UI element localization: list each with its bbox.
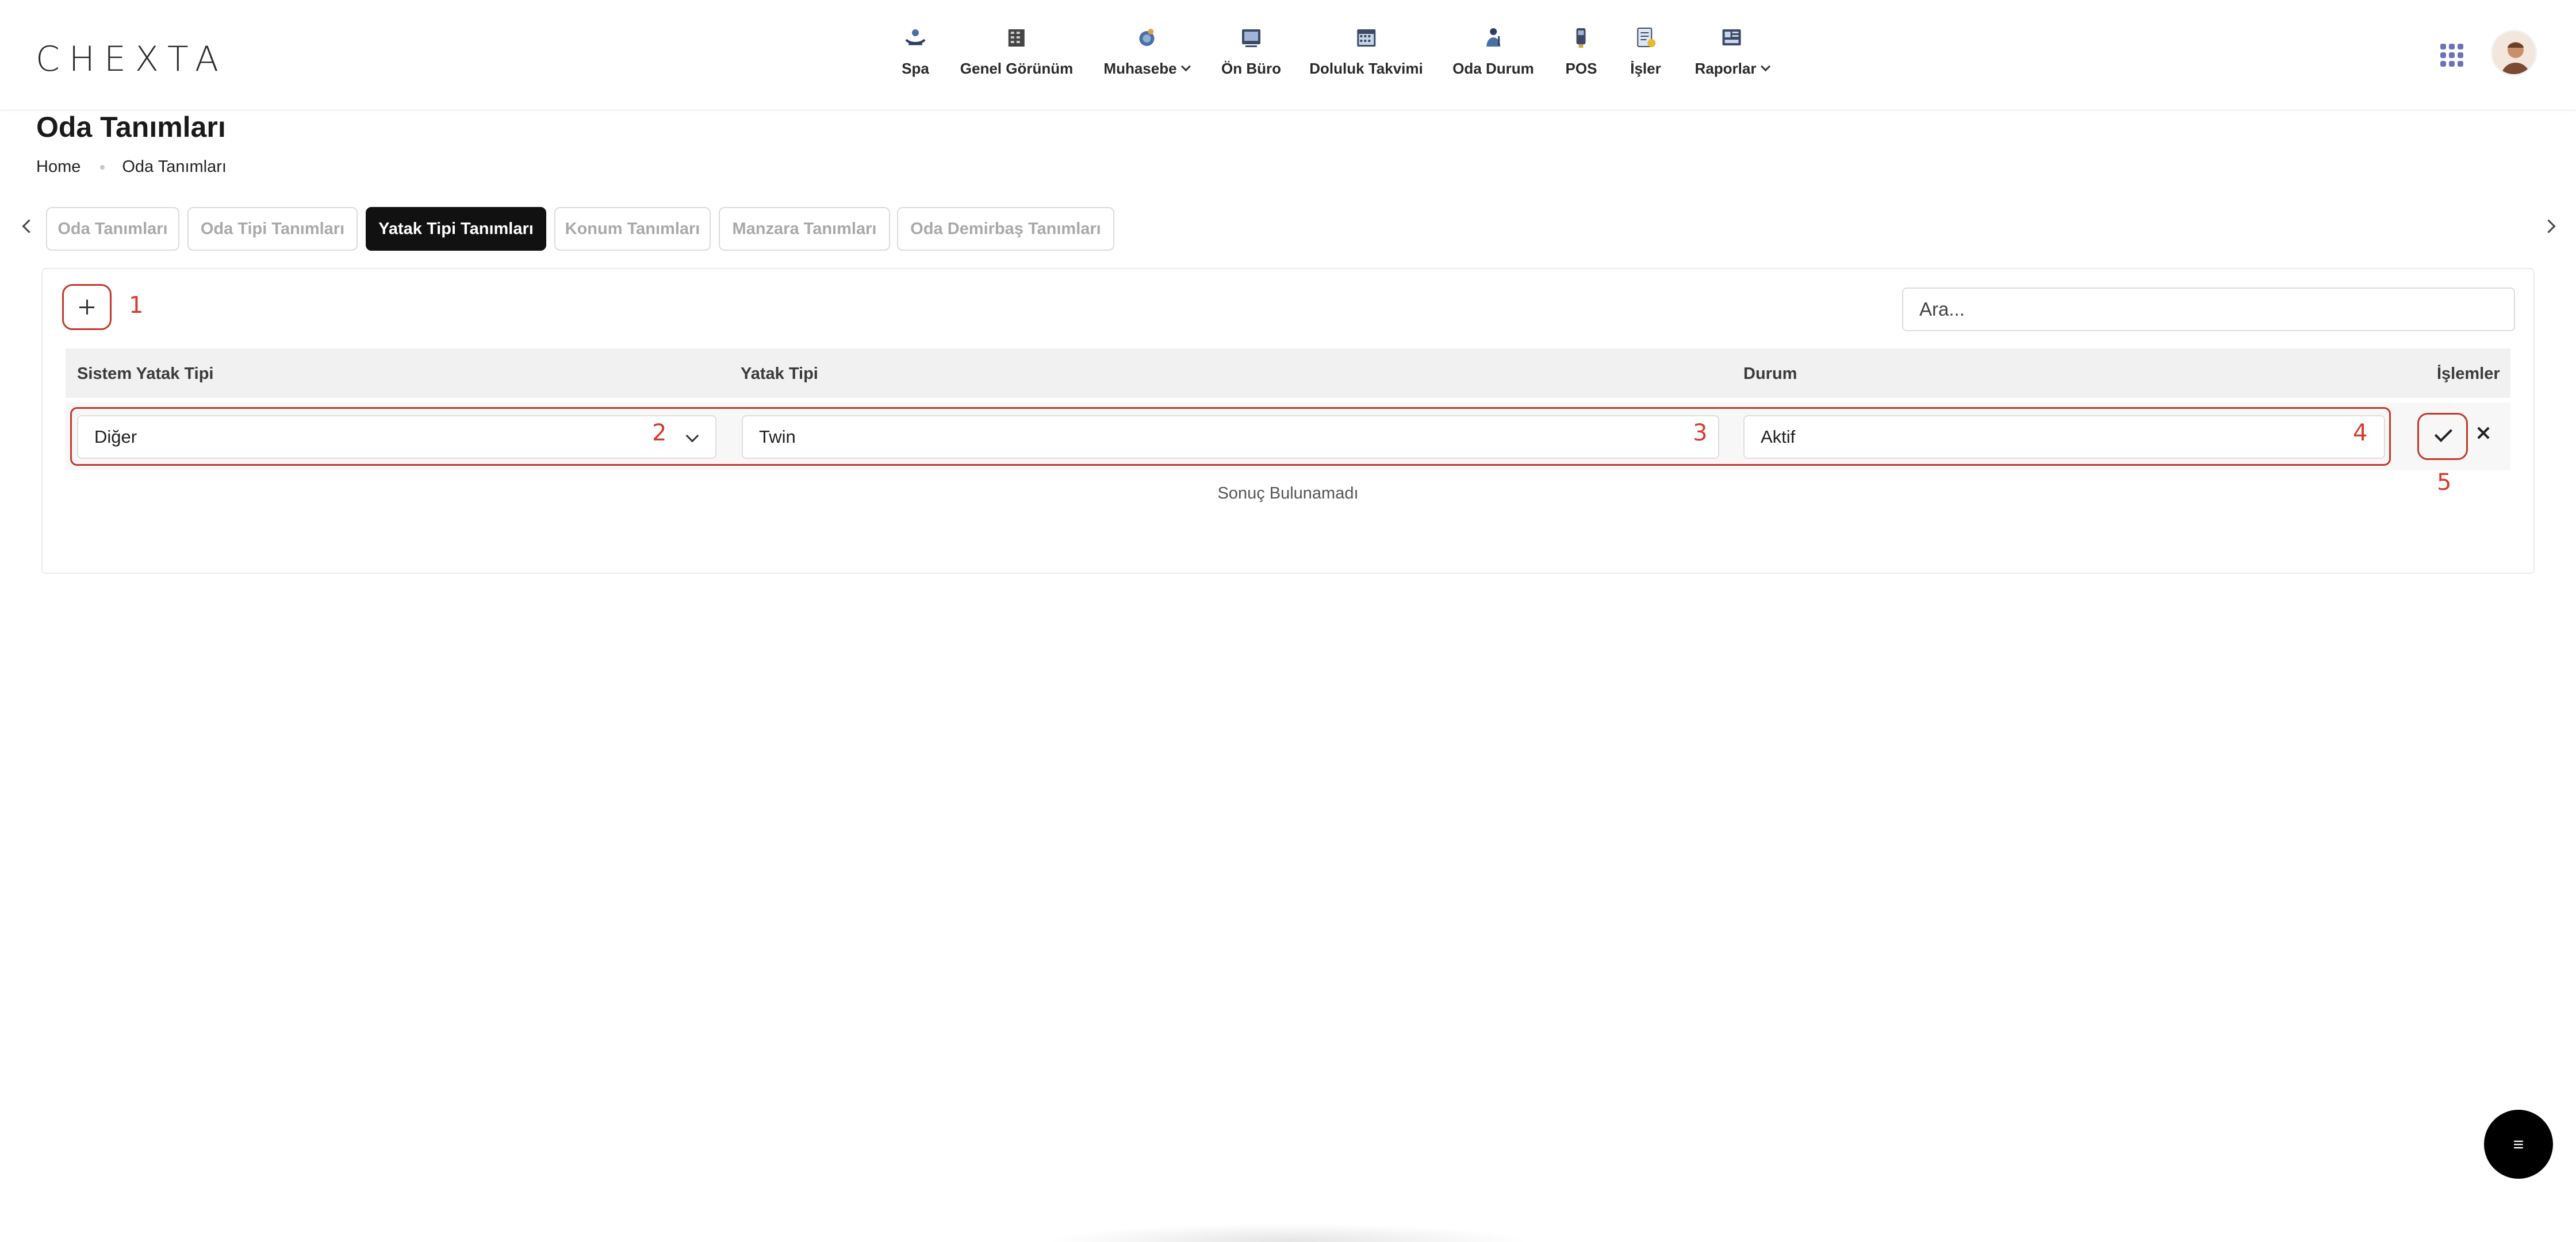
nav-label: Ön Büro [1221, 60, 1281, 77]
nav-label: POS [1565, 60, 1597, 77]
status-input[interactable]: Aktif [1743, 415, 2385, 459]
nav-label: İşler [1630, 60, 1661, 77]
main-nav: Spa Genel Görünüm Muhasebe Ön Büro Dolul… [0, 23, 2576, 86]
tab-oda-tipi-tanimlari[interactable]: Oda Tipi Tanımları [187, 207, 358, 251]
annotation-marker: 2 [652, 420, 667, 446]
annotation-marker: 1 [129, 292, 144, 319]
tab-yatak-tipi-tanimlari[interactable]: Yatak Tipi Tanımları [366, 207, 546, 251]
tabs-scroll-right-icon[interactable] [2544, 220, 2558, 233]
accounting-icon [1132, 23, 1161, 52]
nav-label: Spa [902, 60, 929, 77]
select-value: Diğer [94, 427, 137, 447]
plus-icon [79, 300, 94, 315]
avatar[interactable] [2491, 30, 2537, 76]
nav-item-on-buro[interactable]: Ön Büro [1221, 23, 1281, 78]
nav-label-text: Raporlar [1695, 60, 1757, 77]
tab-konum-tanimlari[interactable]: Konum Tanımları [554, 207, 711, 251]
apps-grid-icon[interactable] [2440, 44, 2463, 67]
tab-oda-demirbas-tanimlari[interactable]: Oda Demirbaş Tanımları [897, 207, 1114, 251]
nav-item-raporlar[interactable]: Raporlar [1695, 23, 1770, 78]
add-button[interactable] [62, 284, 112, 330]
nav-item-doluluk-takvimi[interactable]: Doluluk Takvimi [1309, 23, 1423, 78]
nav-item-isler[interactable]: İşler [1630, 23, 1661, 78]
nav-label: Doluluk Takvimi [1309, 60, 1423, 77]
breadcrumb-separator [100, 164, 105, 170]
chevron-down-icon [1760, 61, 1770, 71]
pos-icon [1567, 23, 1596, 52]
column-header-actions: İşlemler [2437, 365, 2500, 383]
nav-item-genel-gorunum[interactable]: Genel Görünüm [960, 23, 1073, 78]
input-value: Aktif [1761, 427, 1796, 447]
nav-label: Genel Görünüm [960, 60, 1074, 77]
input-value: Twin [759, 427, 796, 447]
spa-icon [901, 23, 930, 52]
front-desk-icon [1237, 23, 1266, 52]
search-input[interactable] [1902, 288, 2515, 331]
tab-oda-tanimlari[interactable]: Oda Tanımları [46, 207, 179, 251]
column-header-bed-type[interactable]: Yatak Tipi [741, 365, 818, 384]
building-icon [1002, 23, 1031, 52]
bottom-shadow [1046, 1224, 1529, 1242]
system-bed-type-select[interactable]: Diğer [77, 415, 716, 459]
floating-menu-button[interactable]: ≡ [2484, 1110, 2553, 1179]
nav-label: Muhasebe [1103, 60, 1191, 78]
annotation-marker: 4 [2353, 420, 2368, 446]
nav-item-spa[interactable]: Spa [901, 23, 930, 78]
nav-label: Oda Durum [1452, 60, 1534, 77]
tasks-icon [1631, 23, 1660, 52]
cancel-row-icon[interactable] [2476, 425, 2491, 440]
tab-manzara-tanimlari[interactable]: Manzara Tanımları [719, 207, 890, 251]
empty-state-text: Sonuç Bulunamadı [1217, 484, 1359, 503]
nav-item-oda-durum[interactable]: Oda Durum [1452, 23, 1534, 78]
nav-item-pos[interactable]: POS [1566, 23, 1597, 78]
breadcrumb-home[interactable]: Home [36, 158, 80, 177]
nav-label-text: Muhasebe [1103, 60, 1177, 77]
page-title: Oda Tanımları [36, 111, 226, 143]
chevron-down-icon [1181, 61, 1191, 71]
column-header-status[interactable]: Durum [1743, 365, 1797, 384]
breadcrumb: Home Oda Tanımları [36, 158, 227, 177]
tabs-scroll-left-icon[interactable] [21, 220, 34, 233]
menu-icon: ≡ [2513, 1133, 2524, 1155]
save-row-button[interactable] [2417, 413, 2468, 460]
housekeeping-icon [1479, 23, 1508, 52]
breadcrumb-current: Oda Tanımları [122, 158, 227, 176]
top-navbar: CHEXTA Spa Genel Görünüm Muhasebe Ön Bür… [0, 0, 2576, 109]
calendar-icon [1352, 23, 1381, 52]
nav-item-muhasebe[interactable]: Muhasebe [1103, 23, 1191, 78]
check-icon [2434, 424, 2452, 442]
table-header: Sistem Yatak Tipi Yatak Tipi Durum İşlem… [66, 348, 2510, 398]
column-header-system-bed-type[interactable]: Sistem Yatak Tipi [77, 365, 214, 384]
chevron-down-icon [685, 429, 699, 443]
nav-label: Raporlar [1695, 60, 1770, 78]
reports-icon [1718, 23, 1746, 52]
bed-type-input[interactable]: Twin [742, 415, 1719, 459]
annotation-marker: 3 [1693, 420, 1708, 446]
